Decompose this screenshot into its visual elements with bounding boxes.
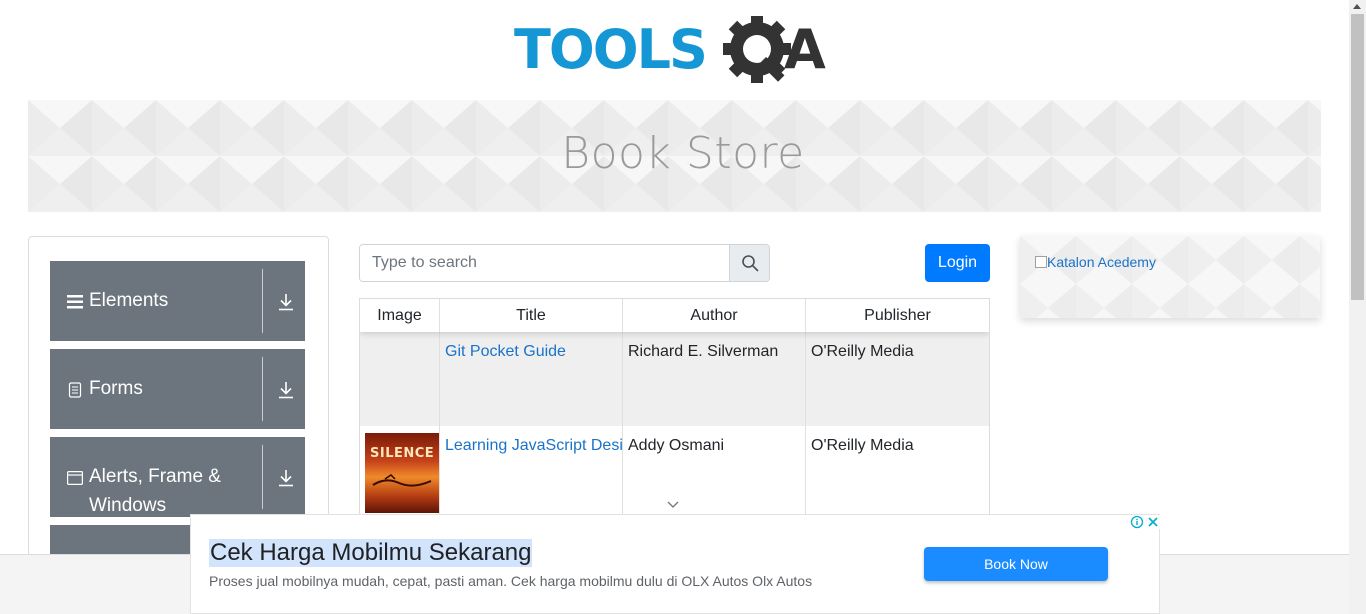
table-row: Git Pocket Guide Richard E. Silverman O'…: [360, 332, 989, 426]
group-divider: [262, 269, 263, 333]
menu-icon: [67, 295, 83, 309]
svg-text:TOOLS: TOOLS: [514, 18, 706, 81]
close-icon[interactable]: [1146, 515, 1160, 529]
group-alerts[interactable]: Alerts, Frame & Windows: [50, 437, 305, 517]
group-alerts-label-line2: Windows: [89, 495, 167, 516]
book-cover-image: SILENCE: [365, 433, 439, 513]
ad-info-icon[interactable]: [1130, 515, 1144, 529]
group-elements-label: Elements: [89, 290, 169, 311]
group-forms-label: Forms: [89, 378, 143, 399]
group-elements[interactable]: Elements: [50, 261, 305, 341]
vertical-scrollbar[interactable]: [1349, 0, 1366, 614]
download-icon[interactable]: [278, 381, 294, 399]
broken-image-icon: [1035, 256, 1047, 268]
book-publisher-cell: O'Reilly Media: [811, 343, 914, 360]
group-divider: [262, 357, 263, 421]
book-author-cell: Richard E. Silverman: [623, 332, 806, 426]
group-alerts-label: Alerts, Frame &: [89, 466, 221, 487]
page-title: Book Store: [561, 128, 805, 179]
book-title-cell: Git Pocket Guide: [440, 332, 623, 426]
chevron-down-icon[interactable]: [666, 500, 680, 510]
ad-card-pattern: [1020, 236, 1320, 318]
ad-title[interactable]: Cek Harga Mobilmu Sekarang: [209, 539, 533, 567]
column-header-author[interactable]: Author: [623, 299, 806, 332]
login-button[interactable]: Login: [925, 244, 990, 282]
toolsqa-logo[interactable]: TOOLS A: [514, 16, 838, 90]
page: TOOLS A Book Store Elements Forms Alerts…: [0, 0, 1366, 614]
book-cover-art: [372, 474, 432, 487]
column-header-title[interactable]: Title: [440, 299, 623, 332]
katalon-ad-image[interactable]: Katalon Acedemy: [1035, 254, 1156, 270]
book-image-cell: [360, 332, 440, 426]
bottom-ad-banner[interactable]: Cek Harga Mobilmu Sekarang Proses jual m…: [190, 514, 1160, 614]
column-header-publisher[interactable]: Publisher: [806, 299, 989, 332]
search-icon: [742, 255, 759, 272]
group-divider: [262, 445, 263, 509]
katalon-ad-alt-text: Katalon Acedemy: [1047, 254, 1156, 270]
katalon-ad-card[interactable]: Katalon Acedemy: [1020, 236, 1320, 318]
book-title-link[interactable]: Git Pocket Guide: [445, 343, 566, 360]
window-icon: [67, 471, 83, 485]
download-icon[interactable]: [278, 469, 294, 487]
svg-text:A: A: [784, 18, 826, 81]
group-forms[interactable]: Forms: [50, 349, 305, 429]
search-box: [359, 244, 770, 282]
book-title-link[interactable]: Learning JavaScript Design Patterns: [445, 437, 622, 454]
search-input[interactable]: [360, 245, 729, 281]
scroll-up-arrow-icon[interactable]: [1353, 4, 1361, 9]
document-icon: [68, 382, 82, 398]
scrollbar-thumb[interactable]: [1351, 14, 1364, 300]
book-now-button[interactable]: Book Now: [924, 547, 1108, 581]
table-header: Image Title Author Publisher: [360, 299, 989, 332]
download-icon[interactable]: [278, 293, 294, 311]
search-button[interactable]: [729, 245, 769, 281]
column-header-image[interactable]: Image: [360, 299, 440, 332]
ad-description: Proses jual mobilnya mudah, cepat, pasti…: [209, 573, 813, 589]
